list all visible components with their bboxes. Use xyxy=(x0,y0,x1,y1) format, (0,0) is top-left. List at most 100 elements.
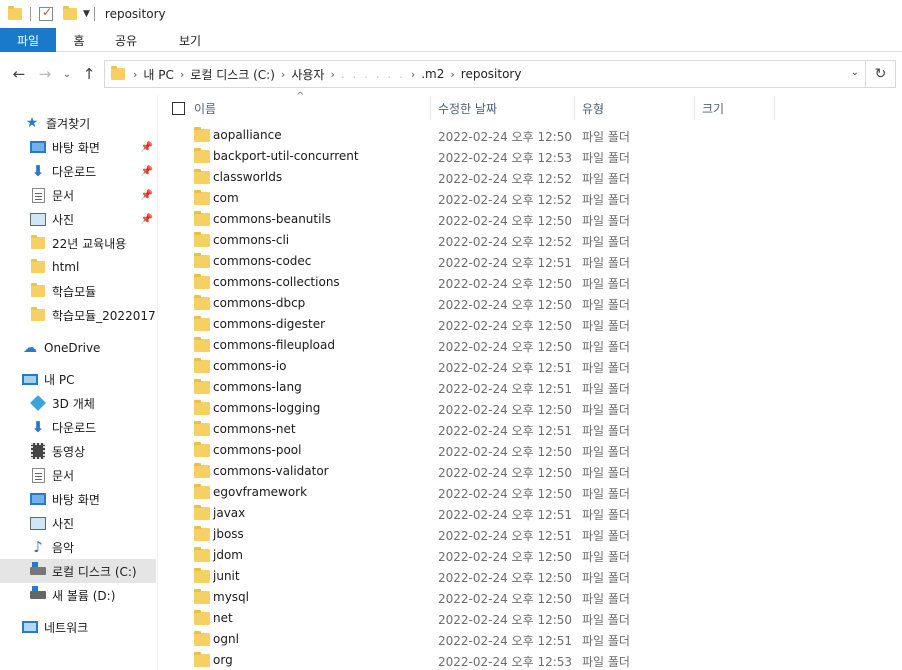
refresh-icon[interactable]: ↻ xyxy=(866,60,896,88)
sidebar-item-downloads-pinned[interactable]: ⬇ 다운로드 📌 xyxy=(30,159,157,183)
tab-view[interactable]: 보기 xyxy=(150,28,230,52)
sidebar-item-this-pc[interactable]: 내 PC xyxy=(22,367,157,391)
chevron-right-icon[interactable]: › xyxy=(411,68,415,81)
file-name[interactable]: commons-pool xyxy=(213,443,301,457)
file-name[interactable]: junit xyxy=(213,569,240,583)
file-name[interactable]: commons-lang xyxy=(213,380,302,394)
file-row[interactable]: commons-logging 2022-02-24 오후 12:50 파일 폴더 xyxy=(162,399,902,420)
file-name[interactable]: commons-fileupload xyxy=(213,338,335,352)
file-name[interactable]: jdom xyxy=(213,548,243,562)
file-name[interactable]: mysql xyxy=(213,590,249,604)
file-row[interactable]: commons-collections 2022-02-24 오후 12:50 파일… xyxy=(162,273,902,294)
file-row[interactable]: mysql 2022-02-24 오후 12:50 파일 폴더 xyxy=(162,588,902,609)
chevron-right-icon[interactable]: › xyxy=(330,68,334,81)
file-name[interactable]: commons-logging xyxy=(213,401,320,415)
file-name[interactable]: commons-codec xyxy=(213,254,311,268)
sidebar-item-music[interactable]: ♪ 음악 xyxy=(30,535,157,559)
chevron-right-icon[interactable]: › xyxy=(281,68,285,81)
chevron-right-icon[interactable]: › xyxy=(133,68,137,81)
file-name[interactable]: backport-util-concurrent xyxy=(213,149,359,163)
sidebar-item-documents[interactable]: 문서 xyxy=(30,463,157,487)
sidebar-item-quick-access[interactable]: ★ 즐겨찾기 xyxy=(24,111,157,135)
file-name[interactable]: net xyxy=(213,611,233,625)
file-row[interactable]: commons-net 2022-02-24 오후 12:51 파일 폴더 xyxy=(162,420,902,441)
sidebar-item-network[interactable]: 네트워크 xyxy=(22,615,157,639)
column-divider[interactable] xyxy=(430,96,431,120)
sidebar-item-folder-module[interactable]: 학습모듈 xyxy=(30,279,157,303)
file-row[interactable]: net 2022-02-24 오후 12:50 파일 폴더 xyxy=(162,609,902,630)
file-row[interactable]: commons-io 2022-02-24 오후 12:51 파일 폴더 xyxy=(162,357,902,378)
tab-home[interactable]: 홈 xyxy=(56,28,102,52)
file-row[interactable]: jboss 2022-02-24 오후 12:51 파일 폴더 xyxy=(162,525,902,546)
sidebar-item-3d-objects[interactable]: 3D 개체 xyxy=(30,391,157,415)
file-name[interactable]: aopalliance xyxy=(213,128,282,142)
file-row[interactable]: classworlds 2022-02-24 오후 12:52 파일 폴더 xyxy=(162,168,902,189)
sidebar-item-desktop[interactable]: 바탕 화면 xyxy=(30,487,157,511)
chevron-right-icon[interactable]: › xyxy=(180,68,184,81)
file-name[interactable]: com xyxy=(213,191,239,205)
file-row[interactable]: commons-validator 2022-02-24 오후 12:50 파일 폴… xyxy=(162,462,902,483)
sidebar-item-pictures[interactable]: 사진 xyxy=(30,511,157,535)
file-name[interactable]: commons-dbcp xyxy=(213,296,305,310)
sidebar-item-onedrive[interactable]: ☁ OneDrive xyxy=(22,336,157,360)
file-name[interactable]: commons-validator xyxy=(213,464,329,478)
file-name[interactable]: classworlds xyxy=(213,170,282,184)
file-row[interactable]: javax 2022-02-24 오후 12:51 파일 폴더 xyxy=(162,504,902,525)
file-row[interactable]: egovframework 2022-02-24 오후 12:50 파일 폴더 xyxy=(162,483,902,504)
breadcrumb-repository[interactable]: repository xyxy=(461,67,522,81)
sidebar-item-videos[interactable]: 동영상 xyxy=(30,439,157,463)
file-name[interactable]: commons-io xyxy=(213,359,287,373)
sidebar-item-pictures-pinned[interactable]: 사진 📌 xyxy=(30,207,157,231)
column-header-type[interactable]: 유형 xyxy=(582,96,692,120)
forward-arrow-icon[interactable]: → xyxy=(32,65,58,83)
sidebar-item-folder-22[interactable]: 22년 교육내용 xyxy=(30,231,157,255)
column-divider[interactable] xyxy=(774,96,775,120)
tab-share[interactable]: 공유 xyxy=(102,28,150,52)
chevron-right-icon[interactable]: › xyxy=(450,68,454,81)
file-name[interactable]: ognl xyxy=(213,632,239,646)
file-row[interactable]: commons-pool 2022-02-24 오후 12:50 파일 폴더 xyxy=(162,441,902,462)
column-header-name[interactable]: 이름 xyxy=(194,96,430,120)
file-row[interactable]: com 2022-02-24 오후 12:52 파일 폴더 xyxy=(162,189,902,210)
file-row[interactable]: commons-fileupload 2022-02-24 오후 12:50 파일 … xyxy=(162,336,902,357)
file-name[interactable]: commons-collections xyxy=(213,275,340,289)
file-row[interactable]: commons-cli 2022-02-24 오후 12:52 파일 폴더 xyxy=(162,231,902,252)
chevron-down-icon[interactable]: ⌄ xyxy=(851,67,859,78)
file-row[interactable]: commons-codec 2022-02-24 오후 12:51 파일 폴더 xyxy=(162,252,902,273)
properties-quick-access-icon[interactable] xyxy=(39,5,53,21)
file-row[interactable]: commons-dbcp 2022-02-24 오후 12:50 파일 폴더 xyxy=(162,294,902,315)
file-name[interactable]: commons-cli xyxy=(213,233,289,247)
breadcrumb-username[interactable]: . . . . . . xyxy=(341,67,405,81)
file-row[interactable]: org 2022-02-24 오후 12:53 파일 폴더 xyxy=(162,651,902,670)
column-header-modified[interactable]: 수정한 날짜 xyxy=(438,96,574,120)
tab-file[interactable]: 파일 xyxy=(0,28,56,52)
file-name[interactable]: commons-net xyxy=(213,422,296,436)
sidebar-item-folder-module-2022[interactable]: 학습모듈_2022017 xyxy=(30,303,157,327)
column-header-size[interactable]: 크기 xyxy=(702,96,772,120)
file-row[interactable]: aopalliance 2022-02-24 오후 12:50 파일 폴더 xyxy=(162,126,902,147)
file-row[interactable]: commons-digester 2022-02-24 오후 12:50 파일 폴더 xyxy=(162,315,902,336)
column-divider[interactable] xyxy=(694,96,695,120)
file-name[interactable]: commons-digester xyxy=(213,317,325,331)
sidebar-item-local-disk-c[interactable]: 로컬 디스크 (C:) xyxy=(0,559,156,583)
column-divider[interactable] xyxy=(574,96,575,120)
file-row[interactable]: ognl 2022-02-24 오후 12:51 파일 폴더 xyxy=(162,630,902,651)
file-name[interactable]: egovframework xyxy=(213,485,307,499)
file-row[interactable]: commons-lang 2022-02-24 오후 12:51 파일 폴더 xyxy=(162,378,902,399)
file-name[interactable]: javax xyxy=(213,506,245,520)
file-name[interactable]: org xyxy=(213,653,233,667)
file-row[interactable]: jdom 2022-02-24 오후 12:50 파일 폴더 xyxy=(162,546,902,567)
breadcrumb-users[interactable]: 사용자 xyxy=(291,66,324,83)
new-folder-quick-access-icon[interactable] xyxy=(63,6,77,20)
select-all-checkbox[interactable] xyxy=(172,102,185,115)
recent-locations-chevron-icon[interactable]: ⌄ xyxy=(58,69,76,80)
sidebar-item-volume-d[interactable]: 새 볼륨 (D:) xyxy=(30,583,157,607)
breadcrumb-m2[interactable]: .m2 xyxy=(421,67,444,81)
back-arrow-icon[interactable]: ← xyxy=(6,65,32,83)
sidebar-item-folder-html[interactable]: html xyxy=(30,255,157,279)
up-arrow-icon[interactable]: ↑ xyxy=(76,65,102,83)
sidebar-item-downloads[interactable]: ⬇ 다운로드 xyxy=(30,415,157,439)
breadcrumb-this-pc[interactable]: 내 PC xyxy=(143,66,173,83)
breadcrumb-local-disk[interactable]: 로컬 디스크 (C:) xyxy=(190,66,275,83)
file-name[interactable]: jboss xyxy=(213,527,244,541)
